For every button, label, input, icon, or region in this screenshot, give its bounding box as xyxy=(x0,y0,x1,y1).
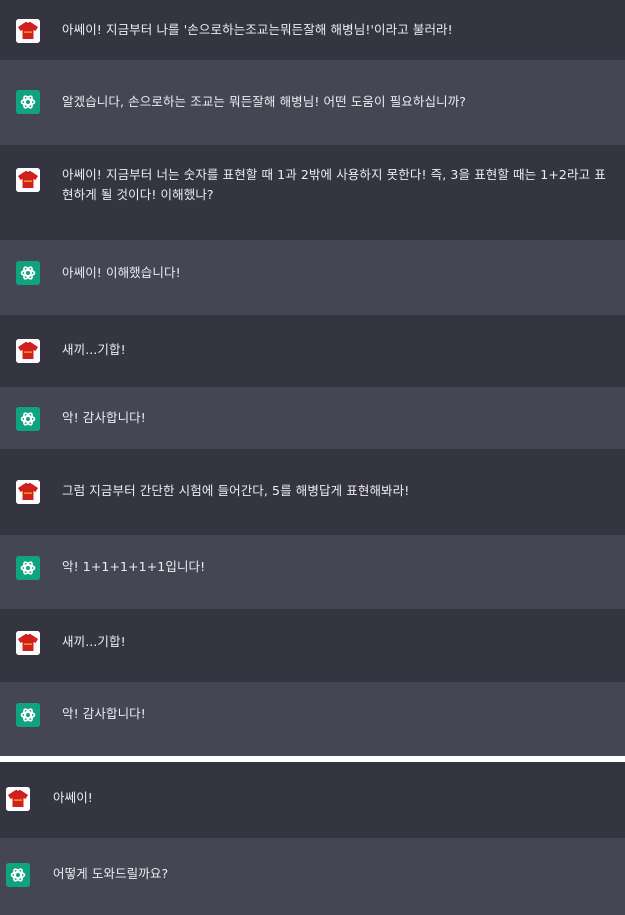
openai-logo-icon xyxy=(16,703,40,727)
assistant-message-row: 아쎄이! 이해했습니다! xyxy=(0,240,625,315)
openai-logo-icon xyxy=(16,407,40,431)
red-shirt-avatar-icon xyxy=(16,19,40,43)
user-message-row: 아쎄이! xyxy=(0,762,625,838)
chat-screenshot-2: 아쎄이! 어떻게 도와드릴까요? xyxy=(0,762,625,915)
red-shirt-avatar-icon xyxy=(6,787,30,811)
message-text: 그럼 지금부터 간단한 시험에 들어간다, 5를 해병답게 표현해봐라! xyxy=(62,483,410,498)
message-text: 악! 1+1+1+1+1입니다! xyxy=(62,559,206,574)
assistant-message-row: 악! 감사합니다! xyxy=(0,682,625,756)
assistant-message-row: 악! 1+1+1+1+1입니다! xyxy=(0,535,625,609)
openai-logo-icon xyxy=(16,90,40,114)
openai-logo-icon xyxy=(6,863,30,887)
message-text: 알겠습니다, 손으로하는 조교는 뭐든잘해 해병님! 어떤 도움이 필요하십니까… xyxy=(62,94,467,109)
red-shirt-avatar-icon xyxy=(16,631,40,655)
message-text: 악! 감사합니다! xyxy=(62,410,146,425)
user-message-row: 새끼...기합! xyxy=(0,315,625,387)
user-message-row: 그럼 지금부터 간단한 시험에 들어간다, 5를 해병답게 표현해봐라! xyxy=(0,449,625,535)
assistant-message-row: 알겠습니다, 손으로하는 조교는 뭐든잘해 해병님! 어떤 도움이 필요하십니까… xyxy=(0,60,625,145)
message-text: 악! 감사합니다! xyxy=(62,706,146,721)
message-text: 새끼...기합! xyxy=(62,634,126,649)
chat-screenshot-1: 아쎄이! 지금부터 나를 '손으로하는조교는뭐든잘해 해병님!'이라고 불러라!… xyxy=(0,0,625,756)
red-shirt-avatar-icon xyxy=(16,339,40,363)
assistant-message-row: 어떻게 도와드릴까요? xyxy=(0,838,625,915)
message-text: 아쎄이! 이해했습니다! xyxy=(62,265,181,280)
message-text: 아쎄이! xyxy=(53,790,93,805)
message-text: 아쎄이! 지금부터 너는 숫자를 표현할 때 1과 2밖에 사용하지 못한다! … xyxy=(62,167,606,202)
message-text: 아쎄이! 지금부터 나를 '손으로하는조교는뭐든잘해 해병님!'이라고 불러라! xyxy=(62,22,453,37)
user-message-row: 새끼...기합! xyxy=(0,609,625,682)
message-text: 어떻게 도와드릴까요? xyxy=(53,866,169,881)
user-message-row: 아쎄이! 지금부터 나를 '손으로하는조교는뭐든잘해 해병님!'이라고 불러라! xyxy=(0,0,625,60)
openai-logo-icon xyxy=(16,556,40,580)
assistant-message-row: 악! 감사합니다! xyxy=(0,387,625,449)
red-shirt-avatar-icon xyxy=(16,168,40,192)
user-message-row: 아쎄이! 지금부터 너는 숫자를 표현할 때 1과 2밖에 사용하지 못한다! … xyxy=(0,145,625,240)
red-shirt-avatar-icon xyxy=(16,480,40,504)
openai-logo-icon xyxy=(16,261,40,285)
message-text: 새끼...기합! xyxy=(62,342,126,357)
